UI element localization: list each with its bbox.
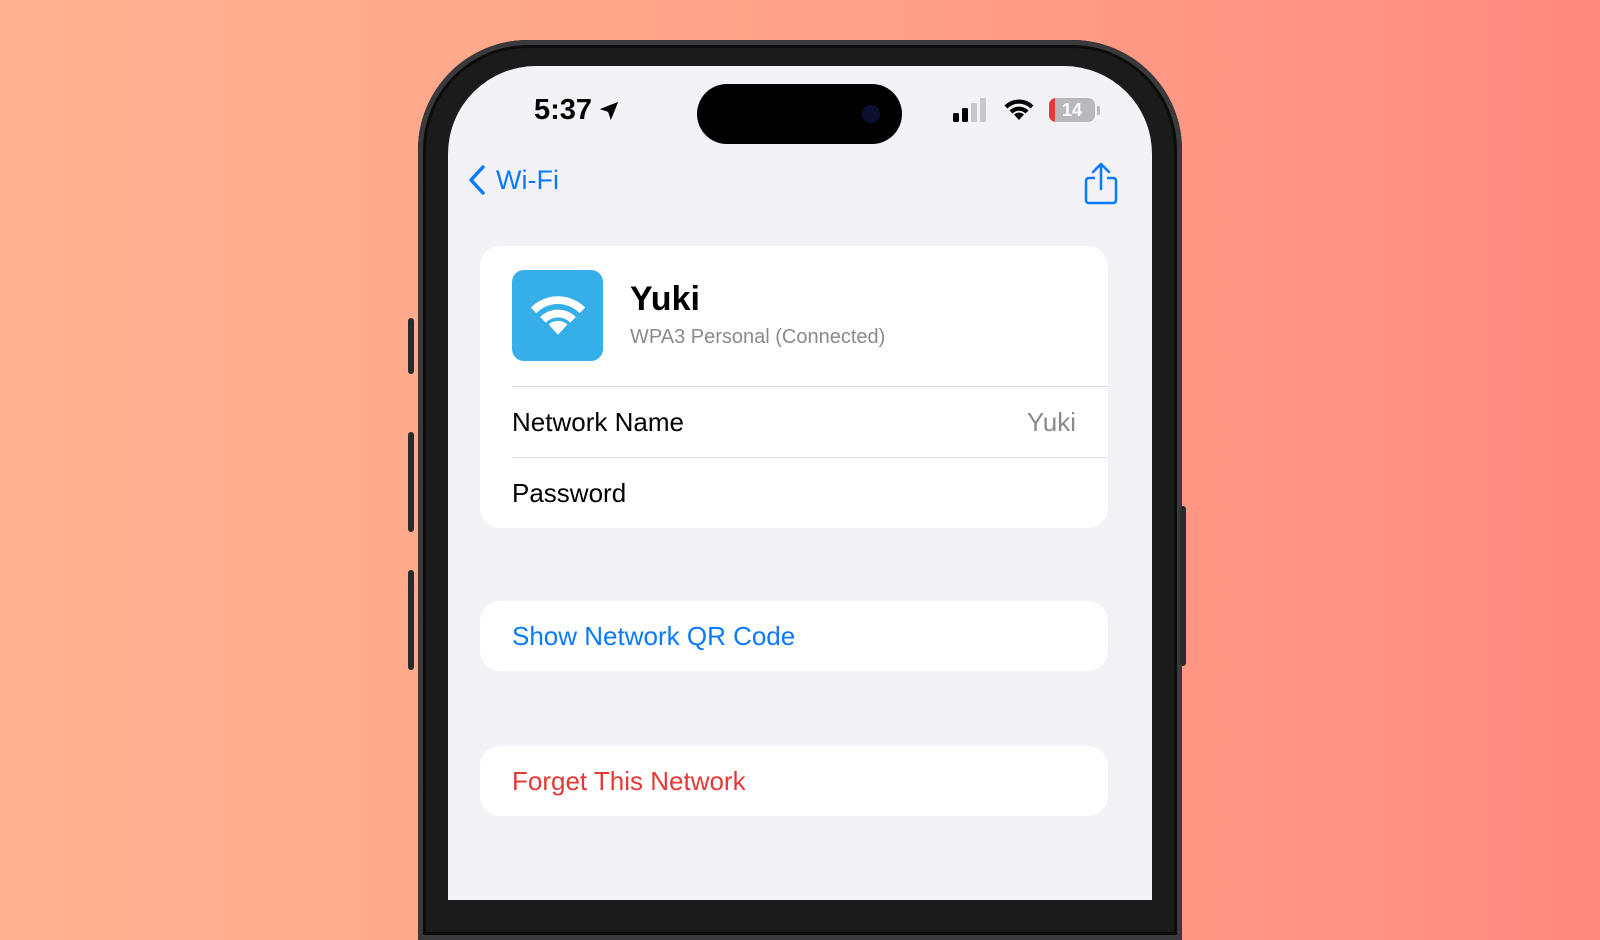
back-label: Wi-Fi [496,164,559,195]
show-qr-code-button[interactable]: Show Network QR Code [480,601,1108,671]
row-label: Network Name [512,406,684,437]
volume-up-button [408,432,414,532]
share-button[interactable] [1084,162,1118,211]
row-value: Yuki [1026,406,1076,437]
navigation-bar: Wi-Fi [448,162,1152,212]
wifi-icon [1004,99,1034,120]
phone-screen: 5:37 14 Wi-Fi Yuki WPA3 Personal (Connec… [448,66,1152,900]
time-label: 5:37 [534,94,593,126]
network-subtitle: WPA3 Personal (Connected) [630,326,886,348]
battery-nib [1097,105,1100,115]
wifi-icon [530,295,585,335]
status-time: 5:37 [534,94,620,127]
network-icon-tile [512,270,603,361]
share-icon [1084,162,1118,205]
location-arrow-icon [599,101,619,120]
row-label: Password [512,477,627,508]
battery-icon: 14 [1049,98,1095,122]
dynamic-island [697,84,902,144]
chevron-left-icon [469,165,485,195]
network-header: Yuki WPA3 Personal (Connected) [480,246,1108,386]
forget-network-button[interactable]: Forget This Network [480,746,1108,816]
network-title: Yuki [630,280,700,318]
camera-icon [862,105,880,123]
qr-code-card: Show Network QR Code [480,601,1108,671]
cellular-signal-icon [953,98,986,122]
back-button[interactable]: Wi-Fi [468,164,559,196]
battery-level-fill [1049,98,1056,122]
password-row[interactable]: Password [480,458,1108,528]
battery-percent: 14 [1061,99,1083,120]
volume-down-button [408,570,414,670]
status-indicators: 14 [953,98,1100,122]
action-button [408,318,414,374]
forget-network-card: Forget This Network [480,746,1108,816]
network-name-row: Network Name Yuki [480,387,1108,457]
side-button [1180,506,1186,666]
network-info-card: Yuki WPA3 Personal (Connected) Network N… [480,246,1108,528]
